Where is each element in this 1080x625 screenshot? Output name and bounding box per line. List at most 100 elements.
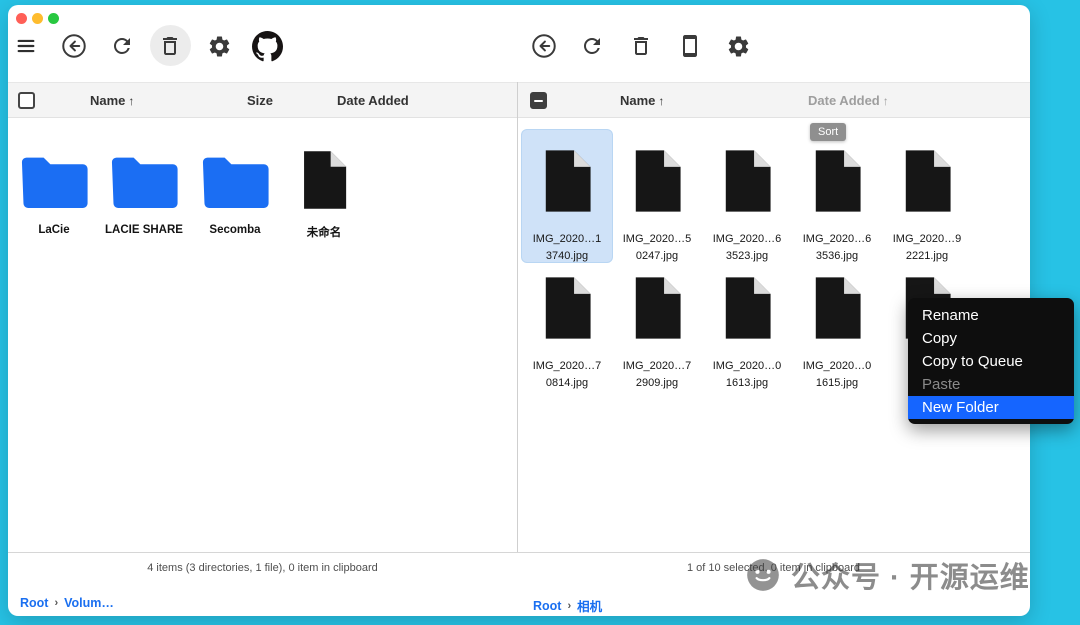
right-select-all-checkbox[interactable]: [530, 92, 547, 109]
file-name-line1: IMG_2020…5: [623, 233, 691, 245]
file-icon: [538, 148, 596, 219]
file-name-line2: 0814.jpg: [546, 377, 588, 389]
menu-button[interactable]: [10, 30, 42, 62]
back-button[interactable]: [58, 30, 90, 62]
list-item-secomba[interactable]: Secomba: [191, 147, 279, 236]
sort-arrow-icon: ↑: [883, 94, 889, 108]
github-icon: [252, 31, 283, 62]
file-item[interactable]: IMG_2020…50247.jpg: [612, 130, 702, 262]
trash-button[interactable]: [154, 30, 186, 62]
column-name-label: Name: [90, 93, 125, 108]
file-name: IMG_2020…72909.jpg: [623, 358, 691, 392]
folder-icon: [16, 147, 92, 211]
left-column-date-added[interactable]: Date Added: [337, 93, 409, 108]
file-item[interactable]: IMG_2020…0 1615.jpg: [792, 257, 882, 389]
file-name-line1: IMG_2020…6: [713, 233, 781, 245]
chevron-right-icon: ›: [54, 597, 58, 609]
file-icon: [538, 275, 596, 346]
desktop-background: Name↑ Size Date Added Name↑ Date Added↑ …: [0, 0, 1080, 625]
sort-arrow-icon: ↑: [658, 94, 664, 108]
item-label: LaCie: [38, 224, 69, 236]
file-manager-window: Name↑ Size Date Added Name↑ Date Added↑ …: [8, 5, 1030, 616]
minimize-button[interactable]: [32, 13, 43, 24]
file-icon: [628, 148, 686, 219]
menu-item-paste: Paste: [908, 373, 1074, 396]
list-item-lacie-share[interactable]: LACIE SHARE: [100, 147, 188, 236]
menu-item-new-folder[interactable]: New Folder: [908, 396, 1074, 419]
file-name-line1: IMG_2020…9: [893, 233, 961, 245]
file-item[interactable]: IMG_2020…7 0814.jpg: [522, 257, 612, 389]
sort-arrow-icon: ↑: [128, 94, 134, 108]
refresh-icon: [110, 34, 134, 58]
refresh-icon: [580, 34, 604, 58]
list-header: Name↑ Size Date Added Name↑ Date Added↑: [8, 82, 1030, 118]
file-name-line1: IMG_2020…0: [713, 360, 781, 372]
breadcrumb-root[interactable]: Root: [20, 596, 48, 610]
right-settings-button[interactable]: [722, 30, 754, 62]
breadcrumb-current[interactable]: 相机: [577, 596, 602, 615]
list-item-unnamed-file[interactable]: 未命名: [280, 147, 368, 240]
file-icon: [297, 147, 351, 211]
status-divider: [8, 552, 1030, 553]
file-item[interactable]: IMG_2020…13740.jpg: [522, 130, 612, 262]
item-label: LACIE SHARE: [105, 224, 183, 236]
refresh-button[interactable]: [106, 30, 138, 62]
smartphone-icon: [678, 34, 702, 58]
back-arrow-icon: [530, 32, 558, 60]
right-column-name[interactable]: Name↑: [620, 93, 664, 108]
file-name-line1: IMG_2020…6: [803, 233, 871, 245]
back-arrow-icon: [60, 32, 88, 60]
github-button[interactable]: [251, 30, 283, 62]
file-item[interactable]: IMG_2020…63523.jpg: [702, 130, 792, 262]
file-icon: [718, 275, 776, 346]
file-item[interactable]: IMG_2020…0 1613.jpg: [702, 257, 792, 389]
file-name-line2: 1613.jpg: [726, 377, 768, 389]
close-button[interactable]: [16, 13, 27, 24]
right-breadcrumb: Root › 相机: [533, 596, 602, 615]
left-select-all-checkbox[interactable]: [18, 92, 35, 109]
right-trash-button[interactable]: [625, 30, 657, 62]
file-icon: [808, 148, 866, 219]
device-button[interactable]: [674, 30, 706, 62]
file-icon: [628, 275, 686, 346]
menu-item-copy[interactable]: Copy: [908, 327, 1074, 350]
gear-icon: [207, 34, 232, 59]
file-name: IMG_2020…0 1613.jpg: [713, 358, 781, 392]
file-icon: [808, 275, 866, 346]
file-item[interactable]: IMG_2020…63536.jpg: [792, 130, 882, 262]
file-item[interactable]: IMG_2020…92221.jpg: [882, 130, 972, 262]
right-refresh-button[interactable]: [576, 30, 608, 62]
right-back-button[interactable]: [528, 30, 560, 62]
file-name-line1: IMG_2020…7: [533, 360, 601, 372]
left-column-name[interactable]: Name↑: [90, 93, 134, 108]
list-item-lacie[interactable]: LaCie: [10, 147, 98, 236]
right-status-text: 1 of 10 selected, 0 item in clipboard: [517, 562, 1030, 574]
file-name: IMG_2020…0 1615.jpg: [803, 358, 871, 392]
file-name-line2: 1615.jpg: [816, 377, 858, 389]
indeterminate-dash-icon: [534, 100, 543, 102]
file-item[interactable]: IMG_2020…72909.jpg: [612, 257, 702, 389]
menu-item-rename[interactable]: Rename: [908, 304, 1074, 327]
breadcrumb-current[interactable]: Volum…: [64, 596, 114, 610]
file-name-line1: IMG_2020…1: [533, 233, 601, 245]
column-name-label: Name: [620, 93, 655, 108]
context-menu: Rename Copy Copy to Queue Paste New Fold…: [908, 298, 1074, 424]
left-status-text: 4 items (3 directories, 1 file), 0 item …: [8, 562, 517, 574]
zoom-button[interactable]: [48, 13, 59, 24]
folder-icon: [197, 147, 273, 211]
file-icon: [718, 148, 776, 219]
settings-button[interactable]: [203, 30, 235, 62]
folder-icon: [106, 147, 182, 211]
column-date-label: Date Added: [808, 93, 880, 108]
menu-item-copy-to-queue[interactable]: Copy to Queue: [908, 350, 1074, 373]
left-column-size[interactable]: Size: [247, 93, 273, 108]
item-label: 未命名: [307, 224, 342, 240]
left-breadcrumb: Root › Volum…: [20, 596, 114, 610]
right-column-date-added[interactable]: Date Added↑: [808, 93, 889, 108]
breadcrumb-root[interactable]: Root: [533, 599, 561, 613]
gear-icon: [726, 34, 751, 59]
trash-icon: [158, 34, 182, 58]
item-label: Secomba: [209, 224, 260, 236]
trash-icon: [629, 34, 653, 58]
file-name-line1: IMG_2020…0: [803, 360, 871, 372]
